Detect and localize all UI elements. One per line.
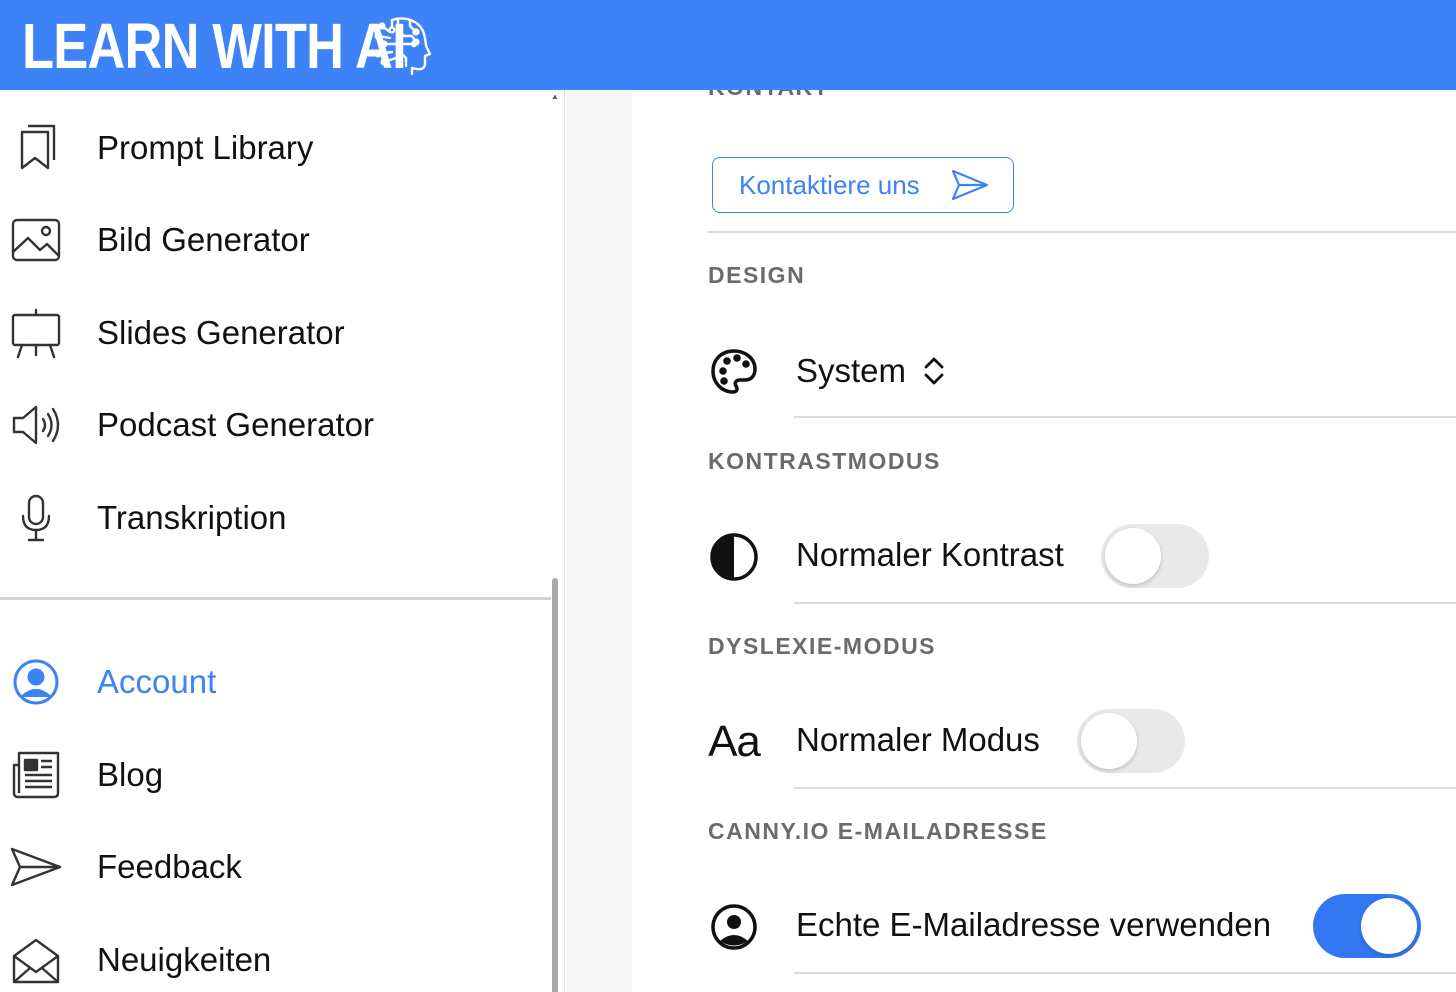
sidebar-item-label: Prompt Library <box>97 129 314 166</box>
contrast-half-circle-icon <box>708 531 760 583</box>
design-select[interactable]: System <box>796 346 946 396</box>
envelope-open-icon <box>10 934 62 986</box>
sidebar-item-label: Podcast Generator <box>97 406 374 443</box>
divider <box>708 231 1456 233</box>
send-icon <box>10 841 62 893</box>
sidebar: Prompt Library Bild Generator Slides Gen… <box>0 90 565 992</box>
section-title-design: DESIGN <box>708 262 806 288</box>
sidebar-item-prompt-library[interactable]: Prompt Library <box>0 108 550 188</box>
top-bar: LEARN WITH AI <box>0 0 1456 90</box>
user-circle-icon <box>708 901 760 953</box>
toggle-knob <box>1361 898 1417 954</box>
toggle-knob <box>1081 713 1137 769</box>
section-title-dyslexie-modus: DYSLEXIE-MODUS <box>708 633 937 659</box>
toggle-knob <box>1105 528 1161 584</box>
divider <box>794 787 1456 789</box>
speaker-icon <box>10 399 62 451</box>
section-title-kontakt: KONTAKT <box>708 90 829 101</box>
sidebar-item-label: Neuigkeiten <box>97 941 272 978</box>
dyslexia-label: Normaler Modus <box>796 721 1040 758</box>
font-size-icon-text: Aa <box>708 717 761 766</box>
font-size-icon: Aa <box>708 716 761 768</box>
sidebar-item-neuigkeiten[interactable]: Neuigkeiten <box>0 920 550 992</box>
contact-button[interactable]: Kontaktiere uns <box>712 157 1014 213</box>
sidebar-scrollbar-thumb[interactable] <box>552 578 558 992</box>
section-title-kontrastmodus: KONTRASTMODUS <box>708 448 941 474</box>
bookmarks-icon <box>10 122 62 174</box>
sidebar-item-label: Slides Generator <box>97 314 345 351</box>
sidebar-item-label: Blog <box>97 756 164 793</box>
easel-icon <box>10 307 62 359</box>
scroll-up-arrow[interactable]: ▲ <box>551 92 559 101</box>
settings-panel: KONTAKT Kontaktiere uns DESIGN System KO… <box>632 90 1456 992</box>
section-title-canny-email: CANNY.IO E-MAILADRESSE <box>708 818 1048 844</box>
content-gutter <box>566 90 632 992</box>
ai-head-circuit-icon <box>374 17 432 76</box>
microphone-icon <box>10 492 62 544</box>
chevron-up-down-icon <box>924 357 944 385</box>
dyslexia-toggle[interactable] <box>1077 709 1185 773</box>
sidebar-item-bild-generator[interactable]: Bild Generator <box>0 200 550 280</box>
contact-button-label: Kontaktiere uns <box>739 169 920 200</box>
sidebar-item-blog[interactable]: Blog <box>0 735 550 815</box>
newspaper-icon <box>10 749 62 801</box>
palette-icon <box>708 346 760 398</box>
sidebar-item-transkription[interactable]: Transkription <box>0 478 550 558</box>
image-icon <box>10 214 62 266</box>
logo-text[interactable]: LEARN WITH AI <box>22 10 407 82</box>
canny-email-label: Echte E-Mailadresse verwenden <box>796 906 1272 943</box>
user-circle-icon <box>10 656 62 708</box>
send-icon <box>951 169 989 201</box>
contrast-label: Normaler Kontrast <box>796 536 1064 573</box>
sidebar-item-label: Account <box>97 663 217 700</box>
divider <box>794 416 1456 418</box>
contrast-toggle[interactable] <box>1101 524 1209 588</box>
divider <box>794 972 1456 974</box>
sidebar-item-label: Feedback <box>97 848 242 885</box>
design-select-value: System <box>796 352 907 389</box>
sidebar-item-feedback[interactable]: Feedback <box>0 827 550 907</box>
sidebar-divider <box>0 597 551 600</box>
canny-email-toggle[interactable] <box>1313 894 1421 958</box>
divider <box>794 602 1456 604</box>
sidebar-item-label: Transkription <box>97 499 287 536</box>
sidebar-item-account[interactable]: Account <box>0 642 550 722</box>
sidebar-item-slides-generator[interactable]: Slides Generator <box>0 293 550 373</box>
sidebar-item-label: Bild Generator <box>97 221 310 258</box>
sidebar-item-podcast-generator[interactable]: Podcast Generator <box>0 385 550 465</box>
